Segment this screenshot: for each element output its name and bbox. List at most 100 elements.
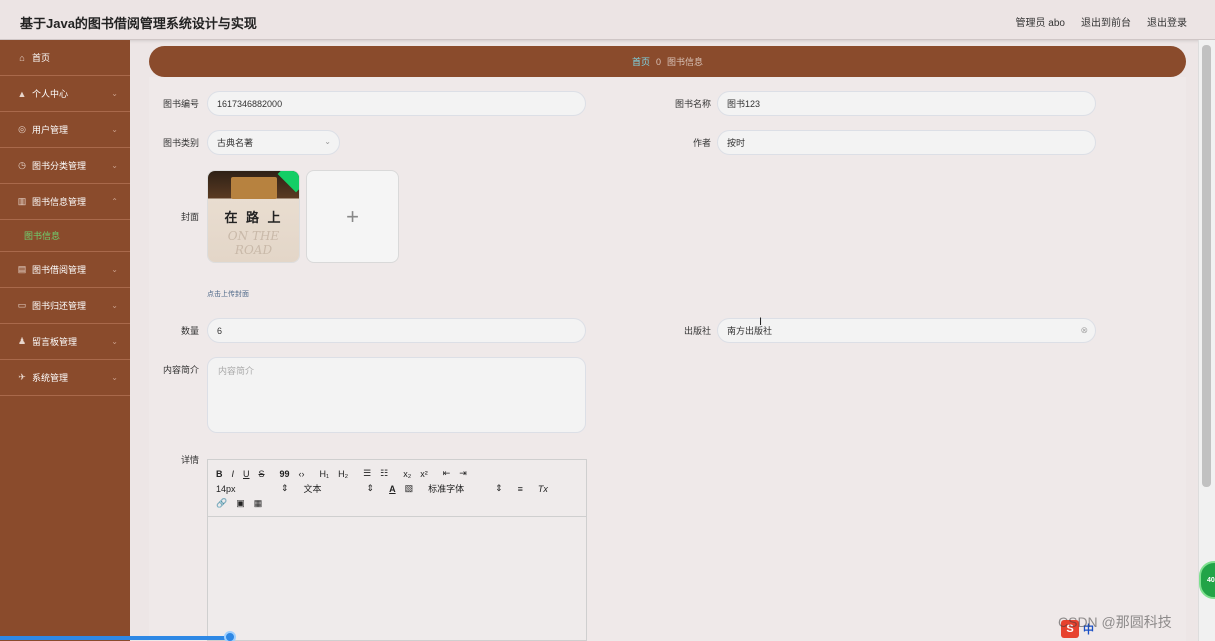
- author-input[interactable]: 按时: [717, 130, 1096, 155]
- book-name-label: 图书名称: [674, 99, 711, 109]
- indent-button[interactable]: ⇥: [459, 468, 467, 479]
- sidebar-item-book-info[interactable]: ▥ 图书信息管理 ⌃: [0, 184, 130, 220]
- sidebar-item-label: 图书归还管理: [32, 301, 87, 311]
- send-icon: ✈: [18, 372, 26, 382]
- publisher-label: 出版社: [683, 326, 711, 336]
- intro-textarea[interactable]: 内容简介: [207, 357, 586, 433]
- italic-button[interactable]: I: [232, 469, 235, 479]
- breadcrumb-separator: 0: [655, 56, 661, 67]
- logout-link[interactable]: 退出登录: [1147, 14, 1187, 29]
- breadcrumb: 首页 0 图书信息: [149, 46, 1186, 77]
- progress-handle: [224, 631, 236, 641]
- text-cursor-icon: I: [759, 316, 763, 328]
- watermark: CSDN @那圆科技: [1058, 614, 1172, 630]
- font-size-select[interactable]: 14px: [216, 484, 272, 494]
- chevron-updown-icon: ⇕: [281, 483, 289, 493]
- sidebar-item-messages[interactable]: ♟ 留言板管理 ⌄: [0, 324, 130, 360]
- underline-button[interactable]: U: [243, 469, 250, 479]
- cover-subtitle: ON THE ROAD: [227, 229, 280, 257]
- sidebar-item-label: 图书分类管理: [32, 161, 87, 171]
- breadcrumb-current: 图书信息: [667, 57, 704, 67]
- toolbar-row-style: 14px ⇕ 文本 ⇕ A ▧ 标准字体 ⇕ ≡ Tx: [216, 481, 578, 496]
- book-name-input[interactable]: 图书123: [717, 91, 1096, 116]
- sidebar-item-borrow[interactable]: ▤ 图书借阅管理 ⌄: [0, 252, 130, 288]
- clear-format-button[interactable]: Tx: [538, 484, 548, 494]
- category-value: 古典名著: [217, 138, 254, 148]
- admin-name: 管理员 abo: [1015, 18, 1065, 29]
- code-button[interactable]: ‹›: [299, 469, 305, 479]
- upload-cover-button[interactable]: +: [306, 170, 399, 263]
- person-icon: ♟: [17, 336, 27, 346]
- form-panel: 图书编号 1617346882000 图书名称 图书123 图书类别 古典名著 …: [149, 77, 1186, 641]
- editor-toolbar: B I U S 99 ‹› H₁ H₂ ☰ ☷ x₂ x² ⇤ ⇥ 14px ⇕…: [208, 460, 586, 517]
- clear-icon[interactable]: ⊗: [1080, 325, 1088, 336]
- chevron-updown-icon: ⇕: [366, 483, 375, 493]
- rich-text-editor: B I U S 99 ‹› H₁ H₂ ☰ ☷ x₂ x² ⇤ ⇥ 14px ⇕…: [207, 459, 587, 641]
- sidebar-subitem-book-info[interactable]: 图书信息: [0, 220, 130, 252]
- publisher-value: 南方出版社: [727, 326, 773, 336]
- chevron-down-icon: ⌄: [111, 301, 118, 310]
- sidebar-item-label: 个人中心: [32, 89, 69, 99]
- sidebar-item-book-category[interactable]: ◷ 图书分类管理 ⌄: [0, 148, 130, 184]
- sidebar-item-system[interactable]: ✈ 系统管理 ⌄: [0, 360, 130, 396]
- main-content: 首页 0 图书信息 图书编号 1617346882000 图书名称 图书123 …: [130, 40, 1198, 641]
- sidebar-item-label: 图书信息管理: [32, 197, 87, 207]
- chevron-up-icon: ⌃: [111, 197, 118, 206]
- cover-image: 在 路 上 ON THE ROAD: [208, 171, 299, 262]
- floating-badge-button[interactable]: 40: [1199, 561, 1215, 599]
- superscript-button[interactable]: x²: [420, 469, 428, 479]
- cover-thumbnail[interactable]: 在 路 上 ON THE ROAD: [207, 170, 300, 263]
- align-button[interactable]: ≡: [518, 484, 523, 494]
- sidebar-item-label: 用户管理: [32, 125, 69, 135]
- h1-button[interactable]: H₁: [320, 469, 330, 479]
- chevron-down-icon: ⌄: [111, 265, 118, 274]
- strike-button[interactable]: S: [259, 469, 265, 479]
- book-no-label: 图书编号: [162, 99, 199, 109]
- plus-icon: +: [346, 203, 359, 229]
- link-icon[interactable]: 🔗: [216, 498, 227, 509]
- background-color-button[interactable]: ▧: [405, 483, 414, 494]
- publisher-input[interactable]: 南方出版社 ⊗: [717, 318, 1096, 343]
- chevron-down-icon: ⌄: [324, 137, 331, 146]
- text-style-select[interactable]: 文本: [304, 482, 358, 495]
- chevron-updown-icon: ⇕: [495, 483, 503, 493]
- bullet-list-button[interactable]: ☷: [380, 468, 388, 479]
- font-color-button[interactable]: A: [389, 484, 396, 494]
- blockquote-button[interactable]: 99: [280, 469, 290, 479]
- sidebar-item-label: 留言板管理: [32, 337, 78, 347]
- category-label: 图书类别: [162, 138, 199, 148]
- author-label: 作者: [692, 138, 711, 148]
- top-bar: 基于Java的图书借阅管理系统设计与实现 管理员 abo 退出到前台 退出登录: [0, 0, 1215, 40]
- sidebar: ⌂ 首页 ▲ 个人中心 ⌄ ◎ 用户管理 ⌄ ◷ 图书分类管理 ⌄ ▥ 图书信息…: [0, 40, 130, 641]
- h2-button[interactable]: H₂: [338, 469, 348, 479]
- users-icon: ◎: [18, 124, 26, 134]
- sidebar-item-users[interactable]: ◎ 用户管理 ⌄: [0, 112, 130, 148]
- chart-icon: ▥: [17, 196, 27, 206]
- chevron-down-icon: ⌄: [111, 125, 118, 134]
- subscript-button[interactable]: x₂: [403, 469, 411, 479]
- ordered-list-button[interactable]: ☰: [363, 468, 371, 479]
- sidebar-item-home[interactable]: ⌂ 首页: [0, 40, 130, 76]
- chevron-down-icon: ⌄: [111, 337, 118, 346]
- sidebar-item-label: 首页: [32, 53, 51, 63]
- font-family-select[interactable]: 标准字体: [428, 482, 486, 495]
- upload-hint: 点击上传封面: [207, 291, 249, 298]
- toolbar-row-formatting: B I U S 99 ‹› H₁ H₂ ☰ ☷ x₂ x² ⇤ ⇥: [216, 466, 578, 481]
- loading-progress-bar: [0, 636, 230, 640]
- category-select[interactable]: 古典名著 ⌄: [207, 130, 340, 155]
- image-icon[interactable]: ▣: [236, 498, 245, 509]
- quantity-input[interactable]: 6: [207, 318, 586, 343]
- back-to-front-link[interactable]: 退出到前台: [1081, 14, 1131, 29]
- book-icon: ▤: [17, 264, 27, 274]
- book-no-input[interactable]: 1617346882000: [207, 91, 586, 116]
- detail-label: 详情: [180, 455, 199, 465]
- bold-button[interactable]: B: [216, 469, 223, 479]
- breadcrumb-home[interactable]: 首页: [632, 55, 650, 68]
- scrollbar-thumb[interactable]: [1202, 45, 1211, 487]
- video-icon[interactable]: ▦: [254, 498, 263, 509]
- sidebar-item-profile[interactable]: ▲ 个人中心 ⌄: [0, 76, 130, 112]
- outdent-button[interactable]: ⇤: [443, 468, 451, 479]
- sidebar-item-return[interactable]: ▭ 图书归还管理 ⌄: [0, 288, 130, 324]
- card-icon: ▭: [17, 300, 27, 310]
- editor-content-area[interactable]: [208, 517, 586, 641]
